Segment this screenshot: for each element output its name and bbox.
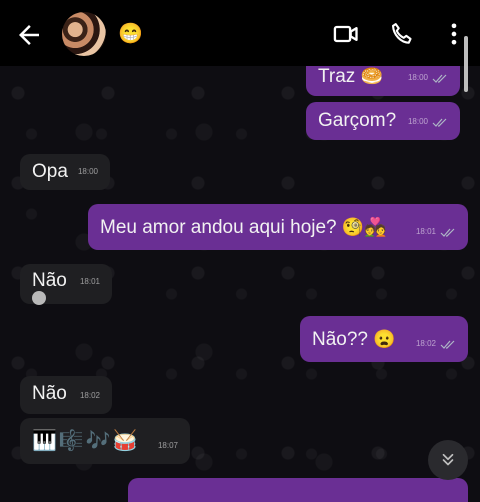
message-time: 18:00 [407,117,428,126]
message-text: Traz [318,66,356,87]
message-text: Opa [32,161,68,182]
message-bubble-outgoing[interactable]: Garçom? 18:00 [306,102,460,140]
chat-screen: 😁 Traz 🥯 18:00 Garçom? 18:00 Opa 18:00 M… [0,0,480,502]
message-bubble-outgoing[interactable]: Meu amor andou aqui hoje? 🧐💑 18:01 [88,204,468,250]
read-ticks-icon [440,228,455,237]
contact-name-emoji[interactable]: 😁 [118,22,143,46]
message-time: 18:00 [407,73,428,82]
read-ticks-icon [432,118,447,127]
message-bubble-outgoing[interactable]: Traz 🥯 18:00 [306,66,460,96]
message-time: 18:01 [79,277,100,286]
message-text: Meu amor andou aqui hoje? [100,217,337,238]
video-call-icon[interactable] [332,20,360,48]
scroll-to-bottom-button[interactable] [428,440,468,480]
message-text: 🎹🎼🎶🥁 [32,430,140,452]
message-time: 18:02 [415,339,436,348]
message-time: 18:00 [77,167,98,176]
message-text: Garçom? [318,110,397,131]
message-time: 18:01 [415,227,436,236]
message-bubble-incoming[interactable]: 🎹🎼🎶🥁 18:07 [20,418,190,464]
message-text: Não [32,270,67,291]
message-time: 18:07 [157,441,178,450]
message-bubble-outgoing[interactable]: Não?? 😦 18:02 [300,316,468,362]
chat-header: 😁 [0,0,480,66]
message-time: 18:02 [79,391,100,400]
scrollbar[interactable] [464,36,468,92]
read-ticks-icon [440,340,455,349]
double-chevron-down-icon [442,453,454,466]
phone-icon[interactable] [388,20,416,48]
message-bubble-outgoing-partial[interactable] [128,478,468,502]
message-text: Não [32,383,67,404]
back-arrow-icon[interactable] [14,20,44,50]
read-ticks-icon [432,74,447,83]
message-list: Traz 🥯 18:00 Garçom? 18:00 Opa 18:00 Meu… [0,66,480,502]
message-emoji: 🧐💑 [341,217,387,237]
message-bubble-incoming[interactable]: Não 18:02 [20,376,112,414]
message-text: Não?? [312,329,368,350]
message-bubble-incoming[interactable]: Opa 18:00 [20,154,110,190]
message-emoji: 😦 [373,329,396,349]
message-bubble-incoming[interactable]: Não 18:01 [20,264,112,305]
contact-avatar[interactable] [62,12,106,56]
message-emoji: 🥯 [360,66,383,86]
sending-status-dot [32,291,46,305]
